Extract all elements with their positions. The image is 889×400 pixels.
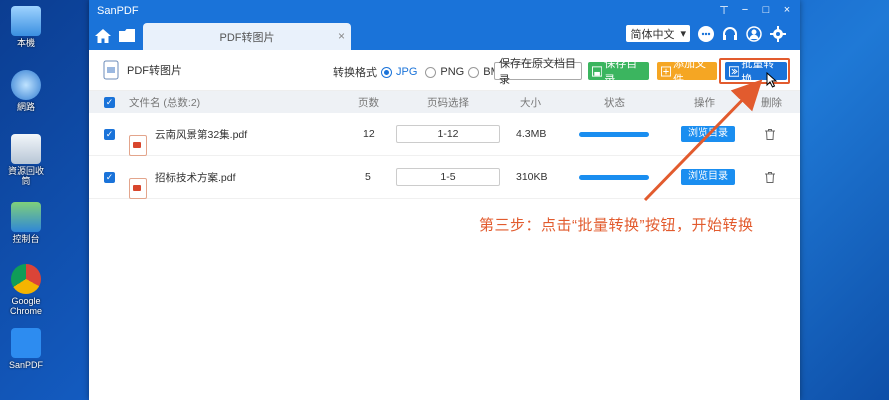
instruction-annotation: 第三步：点击“批量转换”按钮，开始转换	[479, 217, 754, 234]
desktop-icon-label: 控制台	[12, 234, 40, 244]
desktop-icon-control-panel[interactable]: 控制台	[4, 202, 48, 244]
desktop-icon-sanpdf[interactable]: SanPDF	[4, 328, 48, 370]
desktop-icon-this-pc[interactable]: 本機	[4, 6, 48, 48]
annotation-arrow	[643, 79, 763, 202]
recycle-bin-icon	[11, 134, 41, 164]
sanpdf-window: SanPDF ⊤ − □ × PDF转图片 × 简体中文 ▾ PDF转图片 转换…	[89, 0, 800, 400]
desktop-icon-label: Google Chrome	[9, 296, 42, 316]
chrome-icon	[11, 264, 41, 294]
desktop-icon-label: 資源回收筒	[7, 166, 44, 186]
sanpdf-icon	[11, 328, 41, 358]
desktop-icon-network[interactable]: 網路	[4, 70, 48, 112]
control-panel-icon	[11, 202, 41, 232]
desktop-icon-recycle-bin[interactable]: 資源回收筒	[4, 134, 48, 186]
desktop-icon-label: 網路	[16, 102, 35, 112]
computer-icon	[11, 6, 41, 36]
desktop-icon-label: SanPDF	[8, 360, 43, 370]
desktop-icon-label: 本機	[16, 38, 35, 48]
desktop-icon-chrome[interactable]: Google Chrome	[4, 264, 48, 316]
network-icon	[11, 70, 41, 100]
